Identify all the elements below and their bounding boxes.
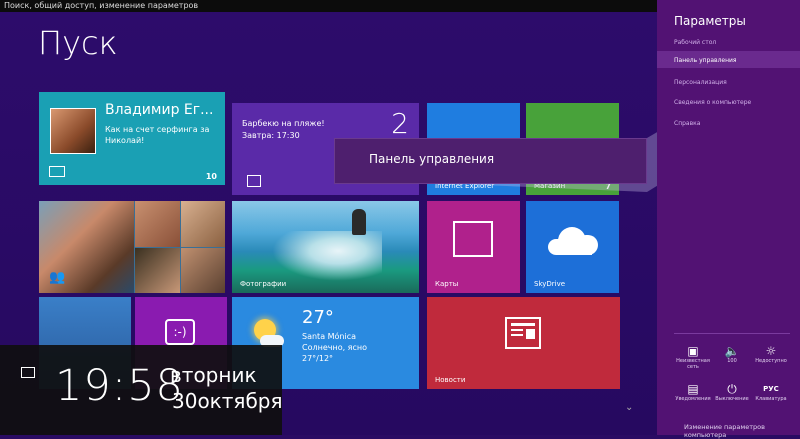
notifications-label: Уведомления	[675, 396, 711, 402]
network-label: Неизвестная сеть	[676, 358, 710, 370]
skydrive-tile-label: SkyDrive	[534, 280, 566, 288]
start-title: Пуск	[38, 24, 118, 62]
network-button[interactable]: ▣ Неизвестная сеть	[674, 344, 712, 370]
calendar-event-time: Завтра: 17:30	[242, 131, 300, 140]
wave-image	[272, 231, 382, 281]
volume-label: 100	[727, 358, 737, 364]
calendar-event: Барбекю на пляже! Завтра: 17:30	[242, 118, 325, 142]
surfer-image	[352, 209, 366, 235]
news-tile[interactable]: Новости	[427, 297, 620, 389]
maps-tile[interactable]: Карты	[427, 201, 520, 293]
settings-charm-panel: Параметры Рабочий стол Панель управления…	[657, 0, 800, 439]
clock-date: 30октября	[172, 389, 283, 413]
volume-button[interactable]: 🔈 100	[713, 344, 751, 364]
keyboard-icon: РУС	[763, 385, 779, 393]
network-icon: ▣	[687, 344, 699, 358]
notifications-icon: ▤	[687, 382, 699, 396]
charm-item-help[interactable]: Справка	[674, 120, 700, 127]
clock-weekday: вторник	[170, 363, 257, 387]
charm-item-desktop[interactable]: Рабочий стол	[674, 39, 716, 46]
map-icon	[453, 221, 493, 257]
keyboard-label: Клавиатура	[755, 396, 787, 402]
weather-condition: Солнечно, ясно	[302, 343, 368, 352]
mail-icon	[49, 166, 65, 177]
charm-item-personalization[interactable]: Персонализация	[674, 79, 727, 86]
skydrive-tile[interactable]: SkyDrive	[526, 201, 619, 293]
brightness-button[interactable]: ☼ Недоступно	[752, 344, 790, 364]
contact-message: Как на счет серфинга за Николай!	[105, 125, 210, 145]
photo	[181, 201, 225, 247]
network-icon	[21, 367, 35, 378]
power-button[interactable]: ⏻ Выключение	[713, 382, 751, 402]
tooltip-text: Панель управления	[369, 152, 495, 166]
calendar-icon	[247, 175, 261, 187]
photos-tile-label: Фотографии	[240, 280, 287, 288]
photos-tile[interactable]: Фотографии	[232, 201, 419, 293]
contact-photo	[50, 108, 96, 154]
keyboard-button[interactable]: РУС Клавиатура	[752, 382, 790, 402]
clock-time: 19:58	[55, 361, 184, 411]
weather-range: 27°/12°	[302, 354, 334, 363]
people-tile[interactable]: Владимир Ег... Как на счет серфинга за Н…	[39, 92, 225, 185]
change-pc-settings-link[interactable]: Изменение параметров компьютера	[684, 423, 800, 439]
contact-name: Владимир Ег...	[105, 102, 214, 118]
maps-tile-label: Карты	[435, 280, 459, 288]
notifications-button[interactable]: ▤ Уведомления	[674, 382, 712, 402]
chevron-down-icon[interactable]: ⌄	[625, 402, 633, 413]
power-icon: ⏻	[727, 382, 737, 396]
control-panel-tooltip: Панель управления	[334, 138, 647, 184]
lock-clock-overlay: 19:58 вторник 30октября	[0, 345, 283, 435]
messaging-icon: :-)	[165, 319, 195, 345]
mail-count-badge: 10	[205, 172, 217, 181]
charm-item-pc-info[interactable]: Сведения о компьютере	[674, 99, 751, 106]
people-icon: 👥	[49, 270, 66, 285]
newspaper-icon	[505, 317, 541, 349]
brightness-icon: ☼	[765, 344, 777, 358]
divider	[674, 333, 790, 334]
brightness-label: Недоступно	[755, 358, 787, 364]
photo	[135, 201, 180, 247]
calendar-event-title: Барбекю на пляже!	[242, 119, 325, 128]
volume-icon: 🔈	[724, 344, 740, 358]
power-label: Выключение	[715, 396, 749, 402]
weather-city: Santa Mónica	[302, 332, 357, 341]
weather-details: Santa Mónica Солнечно, ясно 27°/12°	[302, 331, 367, 364]
photo	[135, 248, 180, 293]
cloud-icon	[548, 227, 598, 255]
charm-item-control-panel[interactable]: Панель управления	[674, 57, 737, 64]
weather-temperature: 27°	[302, 307, 334, 328]
photo	[181, 248, 225, 293]
settings-title: Параметры	[674, 14, 746, 28]
news-tile-label: Новости	[435, 376, 466, 384]
people-photos-tile[interactable]: 👥	[39, 201, 225, 293]
